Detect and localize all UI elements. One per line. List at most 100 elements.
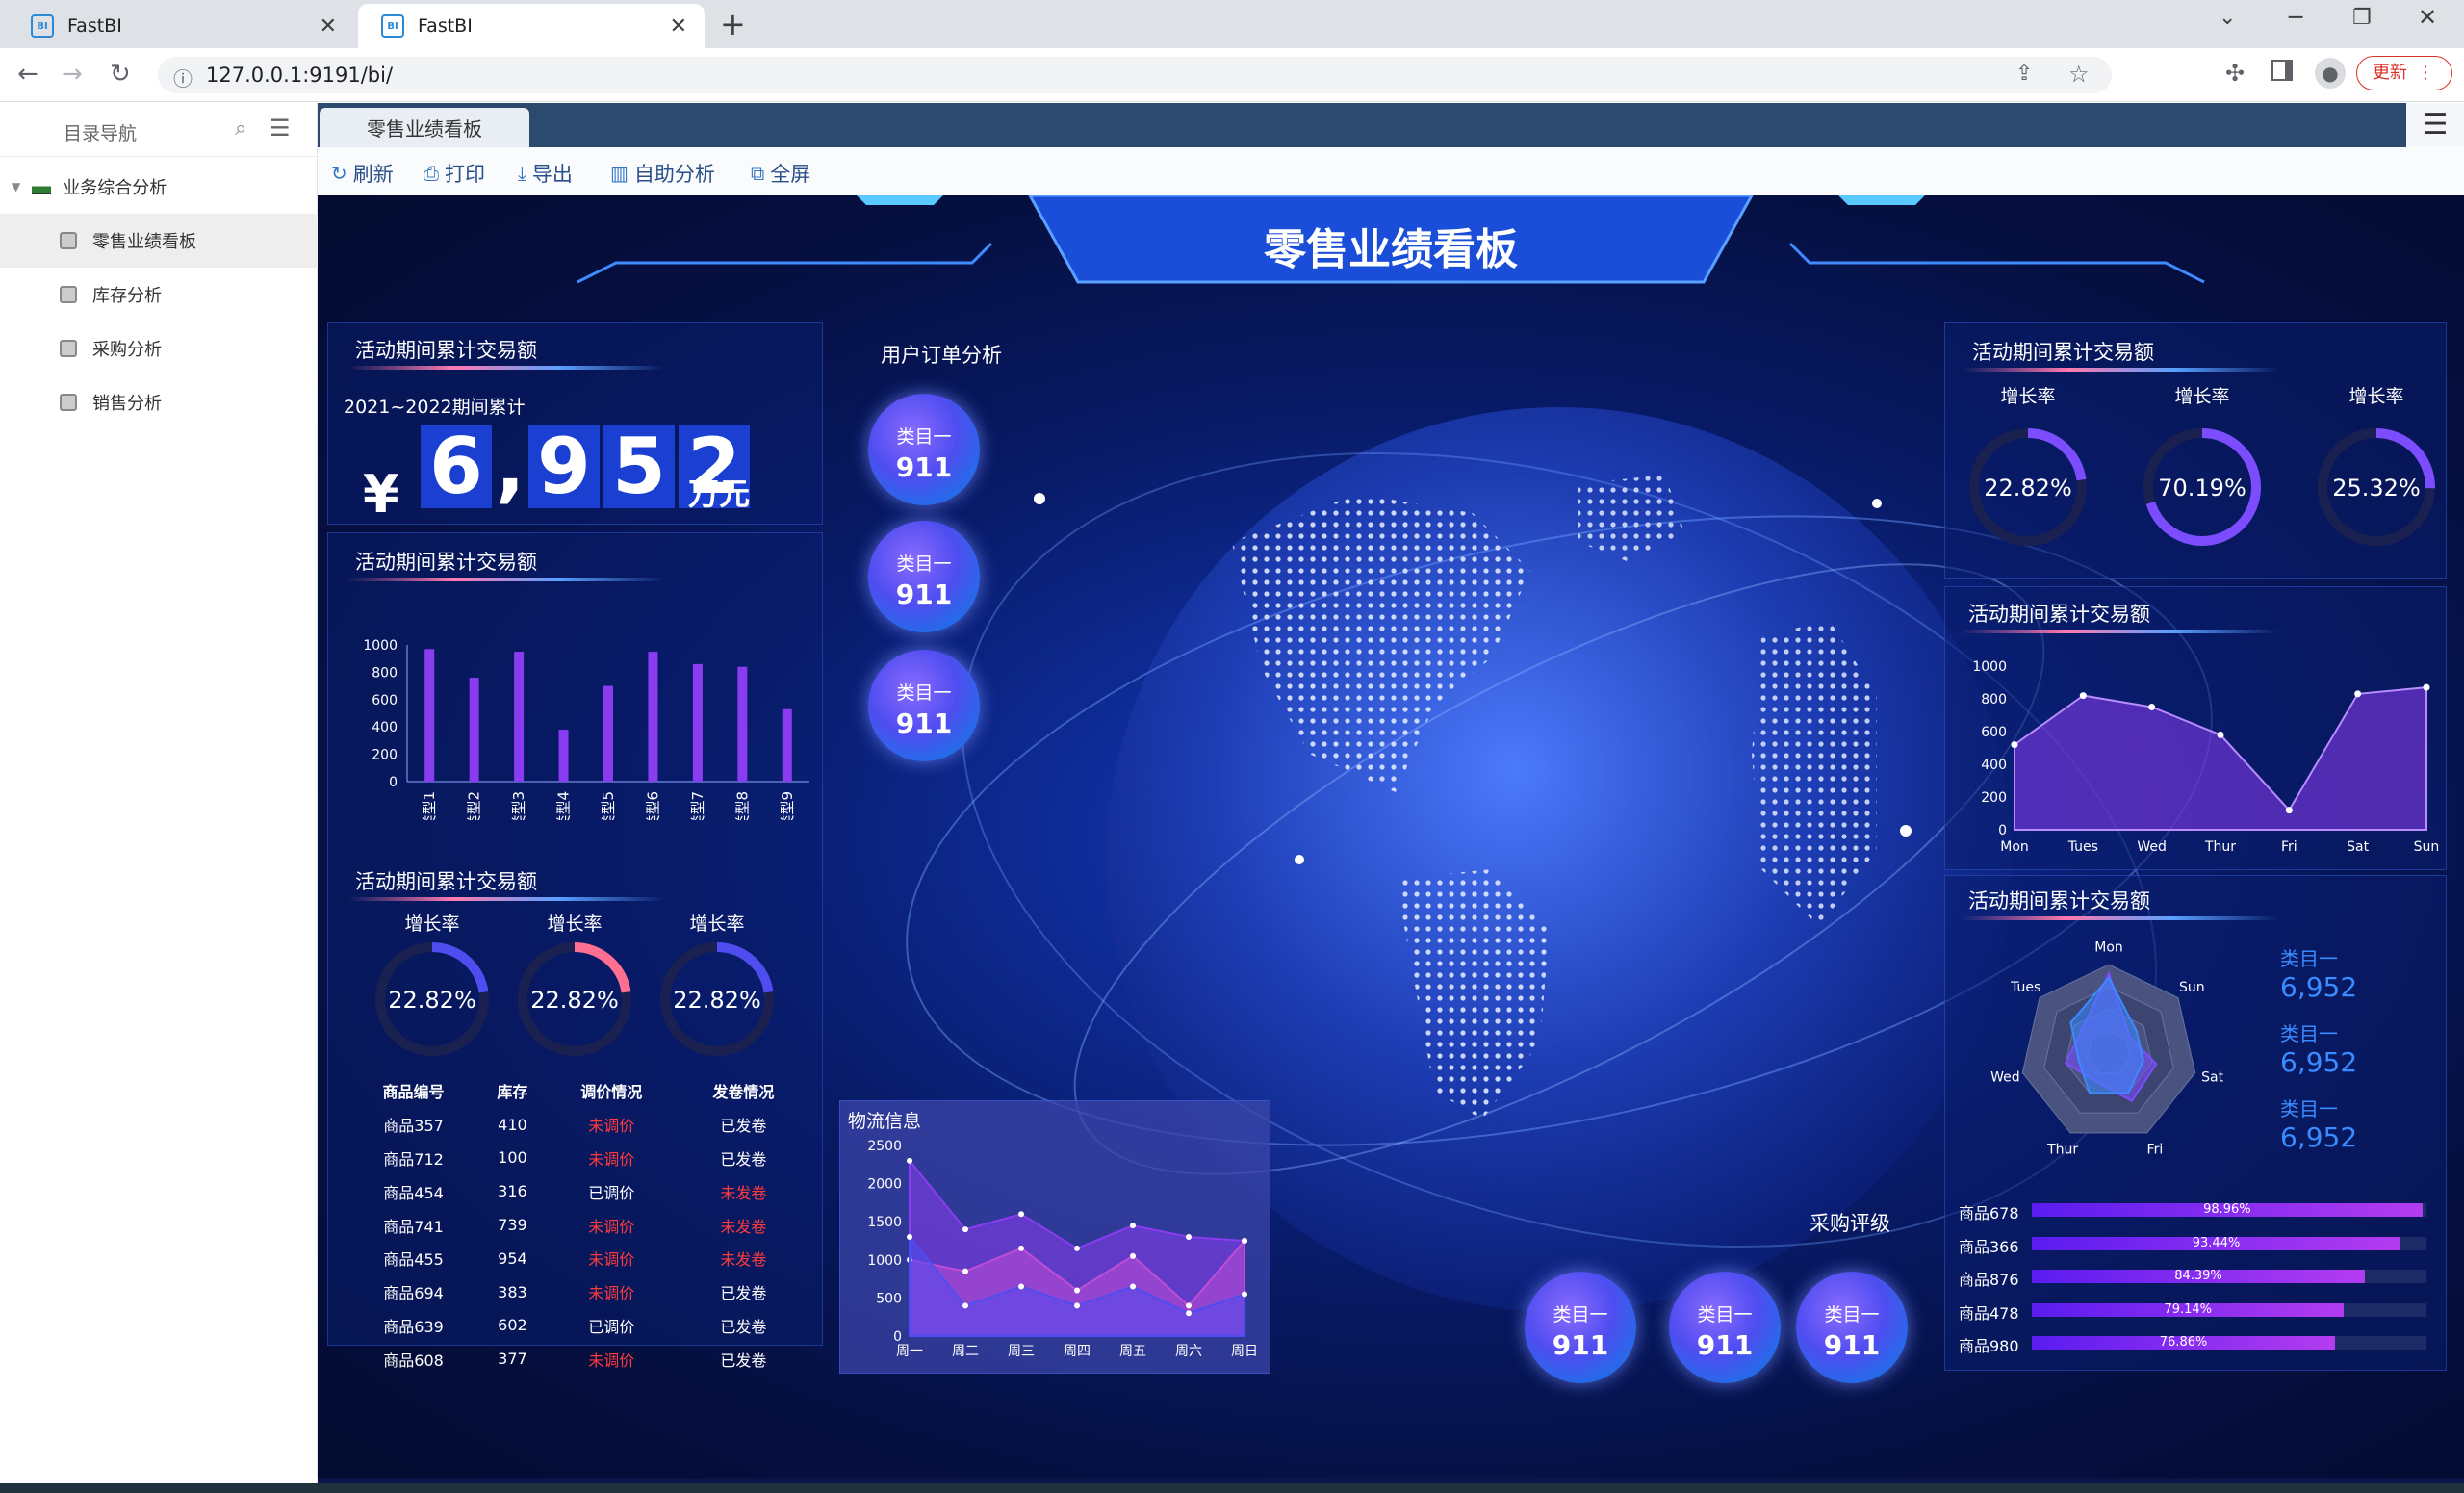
table-cell: 未调价 [588,1351,635,1370]
close-tab-icon[interactable]: ✕ [320,14,337,39]
bookmark-star-icon[interactable]: ☆ [2068,61,2090,88]
x-tick-label: Sat [2347,839,2369,855]
menu-dots-icon: ⋮ [2417,63,2434,83]
y-tick-label: 1000 [1972,659,2007,675]
sidebar-folder-business[interactable]: ▼ 业务综合分析 [0,160,318,214]
stat-label: 类目一 [2280,947,2338,970]
y-tick-label: 0 [1998,823,2007,838]
new-tab-button[interactable]: + [720,6,746,42]
y-tick-label: 2000 [867,1177,902,1193]
address-input[interactable]: ⓘ 127.0.0.1:9191/bi/ ⇪ ☆ [158,57,2112,93]
sidebar-item-sales[interactable]: 销售分析 [0,375,318,429]
reload-icon[interactable]: ↻ [110,60,131,89]
bar-chart-icon: ▥ [610,162,629,185]
table-cell: 商品639 [383,1317,444,1336]
side-panel-icon[interactable] [2272,60,2293,81]
bar [603,685,613,782]
order-bubble: 类目一 911 [868,394,980,505]
table-cell: 377 [498,1350,527,1369]
forward-icon[interactable]: → [62,60,83,89]
table-cell: 未发卷 [720,1250,767,1270]
panel-title: 活动期间累计交易额 [1968,889,2150,913]
progress-fill: 98.96% [2032,1202,2423,1217]
area-chart-icon [32,179,52,194]
rating-bubble: 类目一 911 [1796,1272,1908,1383]
sidebar: 目录导航 ⌕ ☰ ▼ 业务综合分析 零售业绩看板 库存分析 采购分析 销售分析 [0,103,318,1493]
progress-name: 商品678 [1959,1204,2019,1223]
print-button[interactable]: ⎙ 打印 [424,159,485,188]
ring-value: 70.19% [2158,475,2246,502]
profile-avatar[interactable]: ● [2315,58,2346,89]
back-icon[interactable]: ← [17,60,38,89]
minimize-icon[interactable]: ─ [2289,4,2302,31]
refresh-icon: ↻ [331,162,347,185]
data-point [1130,1252,1136,1259]
table-cell: 739 [498,1216,527,1235]
share-icon[interactable]: ⇪ [2015,62,2033,86]
data-point [2285,807,2293,814]
ring-value: 22.82% [530,987,619,1014]
bubble-label: 类目一 [1553,1304,1608,1326]
close-tab-icon[interactable]: ✕ [670,14,687,39]
sidebar-item-retail[interactable]: 零售业绩看板 [0,214,318,268]
collapse-menu-icon[interactable]: ☰ [270,115,291,142]
radar-axis-label: Mon [2094,940,2123,956]
bubble-value: 911 [1552,1329,1609,1361]
table-cell: 已调价 [588,1183,635,1202]
update-button[interactable]: 更新 ⋮ [2356,56,2452,90]
report-icon [60,232,77,249]
digit-box: 9 [528,425,600,508]
bubble-value: 911 [895,579,953,610]
digit-separator: , [496,422,526,511]
x-tick-label: Thur [2204,839,2236,855]
tab-retail-dashboard[interactable]: 零售业绩看板 [320,108,529,147]
sidebar-item-purchase[interactable]: 采购分析 [0,322,318,375]
data-point [2079,692,2087,700]
radar-axis-label: Sun [2179,980,2205,995]
bar [514,652,525,782]
table-cell: 未发卷 [720,1183,767,1202]
browser-tab-title: FastBI [418,15,473,37]
download-icon: ⤓ [518,162,526,185]
fullscreen-button[interactable]: ⧉ 全屏 [751,159,810,188]
export-button[interactable]: ⤓ 导出 [518,159,573,188]
digit-box: 6 [421,425,492,508]
tab-list-menu-icon[interactable]: ☰ [2406,103,2464,147]
table-cell: 未调价 [588,1284,635,1303]
table-cell: 商品454 [383,1183,444,1202]
y-tick-label: 400 [1981,758,2007,773]
weekly-area-chart: 0 200 400 600 800 1000 Mon Tues Wed Thur Fri Sat Sun [1972,659,2439,855]
caret-down-icon: ▼ [12,180,21,193]
site-info-icon[interactable]: ⓘ [173,64,192,91]
x-tick-label: 类型3 [510,791,527,820]
extensions-icon[interactable]: ✣ [2225,60,2245,87]
data-point [962,1268,968,1274]
radar-axis-label: Sat [2201,1070,2223,1086]
y-tick-label: 200 [372,748,398,763]
order-analysis-title: 用户订单分析 [881,344,1002,367]
print-icon: ⎙ [424,162,439,185]
close-window-icon[interactable]: ✕ [2418,4,2437,31]
sidebar-item-label: 库存分析 [92,286,162,306]
restore-icon[interactable]: ❐ [2352,6,2372,30]
progress-label: 84.39% [2174,1269,2222,1283]
panel-title: 活动期间累计交易额 [1968,603,2150,626]
tab-search-icon[interactable]: ⌄ [2219,6,2236,30]
order-bubble: 类目一 911 [868,521,980,632]
table-cell: 602 [498,1316,527,1335]
sidebar-item-inventory[interactable]: 库存分析 [0,268,318,322]
sidebar-header: 目录导航 ⌕ ☰ [0,103,318,157]
table-cell: 商品357 [383,1117,444,1136]
table-header-row: 商品编号 库存 调价情况 发卷情况 [347,1074,809,1108]
self-analysis-button[interactable]: ▥ 自助分析 [610,159,715,188]
table-cell: 商品455 [383,1250,444,1270]
ring-label: 增长率 [2000,387,2055,407]
refresh-button[interactable]: ↻ 刷新 [331,159,394,188]
table-cell: 商品741 [383,1217,444,1236]
search-icon[interactable]: ⌕ [235,116,246,141]
table-cell: 已发卷 [720,1317,767,1336]
browser-tab-active[interactable]: BI FastBI ✕ [358,4,705,48]
url-text: 127.0.0.1:9191/bi/ [206,64,394,87]
browser-tab[interactable]: BI FastBI ✕ [8,4,354,48]
progress-name: 商品366 [1959,1237,2019,1256]
